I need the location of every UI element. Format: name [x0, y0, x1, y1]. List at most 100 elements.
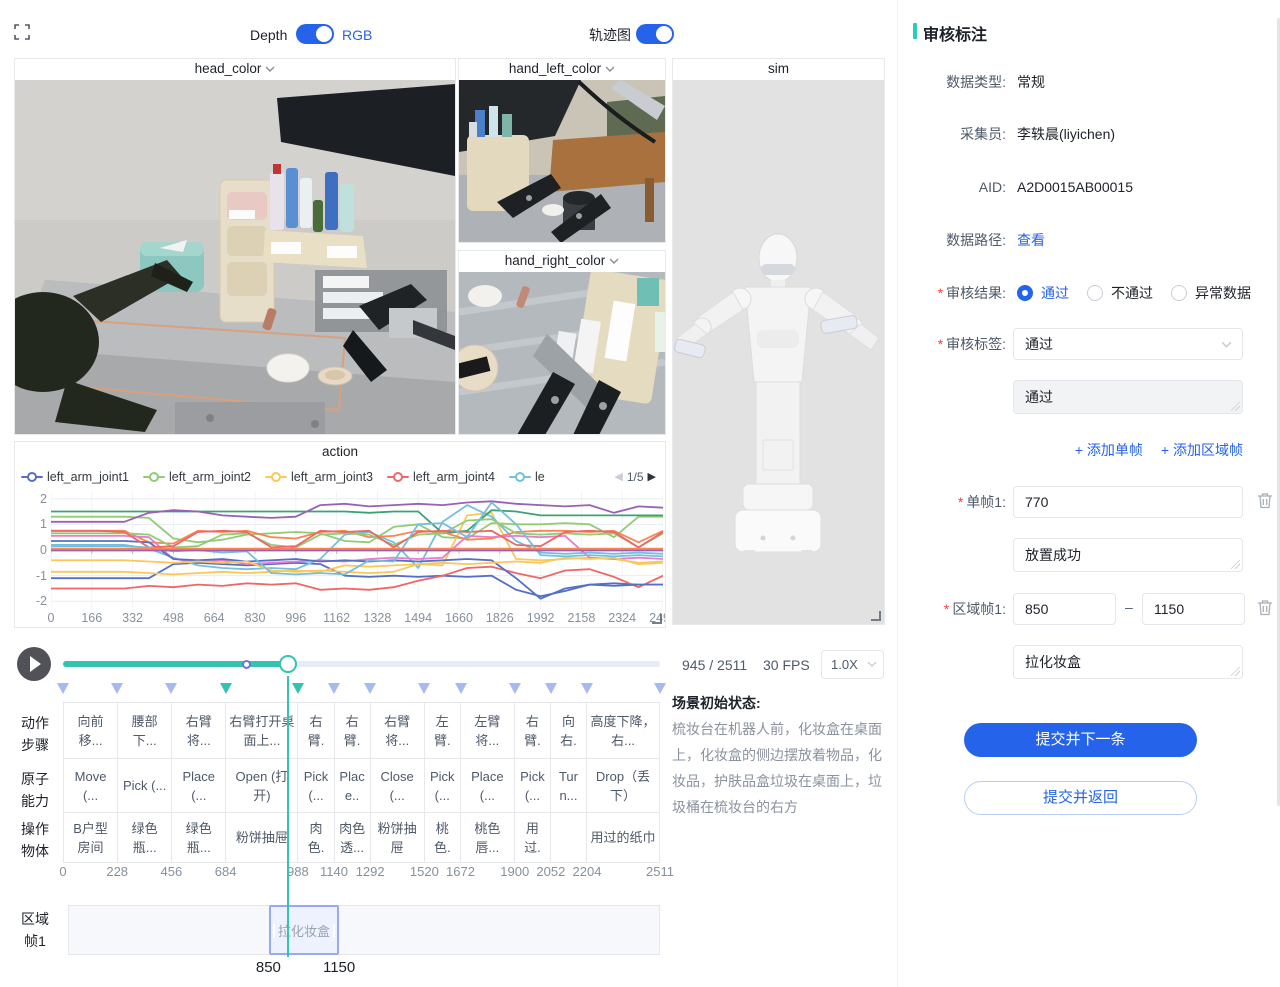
hand-left-color-title[interactable]: hand_left_color	[459, 59, 665, 80]
chart-x-axis: 0166332498664830996116213281494166018261…	[51, 611, 663, 627]
legend-item[interactable]: left_arm_joint2	[143, 470, 251, 484]
table-cell-ability: Close (...	[370, 759, 424, 813]
x-tick-label: 166	[70, 611, 114, 625]
row-label-atomic-ability: 原子能力	[17, 768, 53, 812]
data-path-view-link[interactable]: 查看	[1017, 230, 1045, 250]
legend-item[interactable]: le	[509, 470, 545, 484]
radio-abnormal[interactable]	[1171, 285, 1187, 301]
range-dash: –	[1125, 599, 1133, 615]
timeline-marker[interactable]	[654, 683, 666, 694]
timeline-marker[interactable]	[165, 683, 177, 694]
region-end-input[interactable]: 1150	[1142, 593, 1245, 625]
x-tick-label: 1162	[315, 611, 359, 625]
frame-counter: 945 / 2511	[682, 657, 747, 673]
head-color-title[interactable]: head_color	[15, 59, 455, 80]
submit-return-button[interactable]: 提交并返回	[964, 781, 1197, 815]
delete-region-frame-icon[interactable]	[1257, 599, 1273, 617]
fullscreen-icon[interactable]	[14, 24, 30, 40]
legend-item[interactable]: left_arm_joint4	[387, 470, 495, 484]
legend-next-icon[interactable]: ▶	[648, 470, 656, 483]
review-tag-note-textarea[interactable]: 通过	[1013, 380, 1243, 414]
fps-indicator: 30 FPS	[763, 657, 810, 673]
hand-right-camera-image	[459, 272, 665, 434]
depth-rgb-toggle[interactable]	[296, 24, 334, 44]
timeline-marker[interactable]	[418, 683, 430, 694]
hand-right-color-title[interactable]: hand_right_color	[459, 251, 665, 272]
region-frame-note-textarea[interactable]: 拉化妆盒	[1013, 645, 1243, 679]
radio-pass-label[interactable]: 通过	[1041, 283, 1069, 303]
table-cell-step: 右臂.	[514, 703, 550, 759]
review-tag-select[interactable]: 通过	[1013, 328, 1243, 360]
radio-abnormal-label[interactable]: 异常数据	[1195, 283, 1251, 303]
y-tick-label: 1	[21, 517, 47, 531]
action-chart[interactable]	[51, 491, 663, 609]
region-frame-label: *区域帧1:	[898, 599, 1006, 619]
region-start-input[interactable]: 850	[1013, 593, 1116, 625]
timeline-marker[interactable]	[509, 683, 521, 694]
scene-text: 梳妆台在机器人前，化妆盒在桌面上，化妆盒的侧边摆放着物品，化妆品，护肤品盒垃圾在…	[672, 716, 888, 820]
timeline-marker[interactable]	[455, 683, 467, 694]
sim-panel: sim	[672, 58, 885, 625]
region-left-grip[interactable]	[273, 924, 275, 938]
x-tick-label: 1826	[478, 611, 522, 625]
timeline-marker[interactable]	[364, 683, 376, 694]
timeline-marker[interactable]	[292, 683, 304, 694]
radio-pass[interactable]	[1017, 285, 1033, 301]
single-frame-dot-marker[interactable]	[242, 660, 251, 669]
panel-resize-handle[interactable]	[652, 614, 662, 624]
region-frame-labels: 850 1150	[68, 959, 660, 979]
x-tick-label: 1494	[396, 611, 440, 625]
timeline-marker[interactable]	[328, 683, 340, 694]
single-frame-label: *单帧1:	[898, 492, 1006, 512]
table-cell-object: 粉饼抽屉	[370, 813, 424, 863]
table-cell-ability: Turn...	[550, 759, 586, 813]
region-frame-track[interactable]: 拉化妆盒	[68, 905, 660, 955]
head-color-panel: head_color	[14, 58, 456, 435]
panel-resize-handle[interactable]	[871, 611, 881, 621]
data-type-label: 数据类型:	[898, 72, 1006, 92]
table-cell-object	[550, 813, 586, 863]
trajectory-toggle[interactable]	[636, 24, 674, 44]
x-tick-label: 2158	[559, 611, 603, 625]
add-region-frame-link[interactable]: + 添加区域帧	[1161, 440, 1243, 460]
x-tick-label: 2324	[600, 611, 644, 625]
region-start-frame: 850	[238, 959, 298, 976]
table-cell-object: 绿色瓶...	[118, 813, 172, 863]
radio-fail[interactable]	[1087, 285, 1103, 301]
legend-item[interactable]: left_arm_joint3	[265, 470, 373, 484]
slider-handle[interactable]	[279, 655, 297, 673]
table-cell-step: 向右.	[550, 703, 586, 759]
radio-fail-label[interactable]: 不通过	[1111, 283, 1153, 303]
table-cell-object: 用过的纸巾	[587, 813, 660, 863]
single-frame-note-textarea[interactable]: 放置成功	[1013, 538, 1243, 572]
legend-item[interactable]: left_arm_joint1	[21, 470, 129, 484]
playback-slider[interactable]	[63, 655, 660, 673]
table-cell-step: 右臂将...	[370, 703, 424, 759]
delete-single-frame-icon[interactable]	[1257, 492, 1273, 510]
timeline-marker[interactable]	[57, 683, 69, 694]
chevron-down-icon	[1221, 341, 1232, 348]
single-frame-input[interactable]: 770	[1013, 486, 1243, 518]
timeline-marker[interactable]	[545, 683, 557, 694]
review-tag-label: *审核标签:	[898, 334, 1006, 354]
timeline-marker[interactable]	[581, 683, 593, 694]
region-right-grip[interactable]	[333, 924, 335, 938]
frame-tick-label: 228	[95, 864, 139, 879]
table-cell-step: 右臂.	[298, 703, 334, 759]
play-button[interactable]	[17, 647, 51, 681]
x-tick-label: 664	[192, 611, 236, 625]
table-cell-ability: Pick (...	[424, 759, 460, 813]
legend-prev-icon[interactable]: ◀	[614, 470, 622, 483]
speed-select[interactable]: 1.0X	[821, 650, 884, 679]
region-row-label: 区域帧1	[17, 908, 53, 952]
scene-title: 场景初始状态:	[672, 690, 888, 716]
timeline-marker[interactable]	[220, 683, 232, 694]
chevron-down-icon	[609, 258, 619, 264]
region-frame-block[interactable]: 拉化妆盒	[269, 905, 339, 955]
frame-tick-label: 1672	[439, 864, 483, 879]
add-single-frame-link[interactable]: + 添加单帧	[1075, 440, 1143, 460]
timeline-marker[interactable]	[111, 683, 123, 694]
submit-next-button[interactable]: 提交并下一条	[964, 723, 1197, 757]
current-frame-line	[287, 676, 289, 957]
frame-tick-label: 456	[149, 864, 193, 879]
